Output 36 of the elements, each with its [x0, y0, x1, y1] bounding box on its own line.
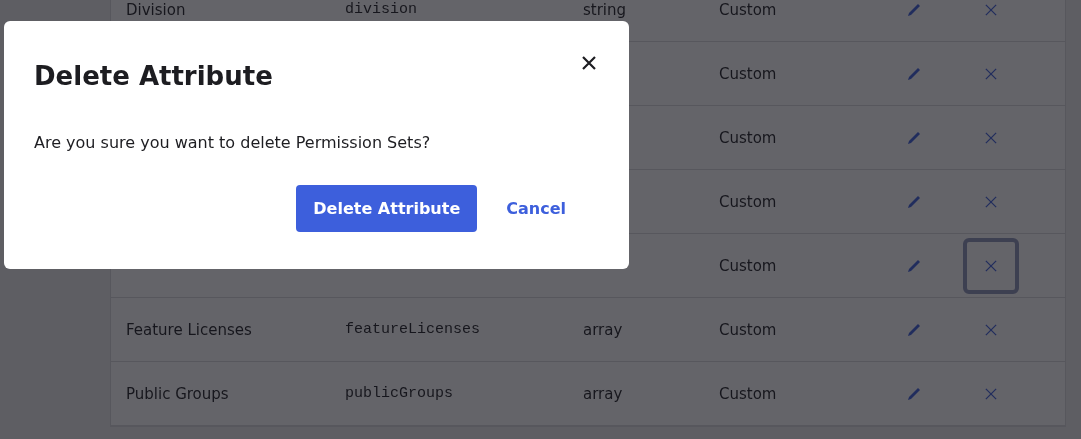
pencil-icon [906, 193, 922, 210]
table-cell-text: Custom [719, 0, 778, 19]
table-cell-text: string [583, 0, 628, 19]
table-cell-text: Division [126, 0, 187, 19]
pencil-icon [906, 1, 922, 18]
table-cell-text: division [345, 1, 418, 18]
table-cell-text: featureLicenses [345, 321, 482, 338]
close-icon [985, 195, 997, 208]
close-icon [985, 131, 997, 144]
close-icon [985, 387, 997, 400]
delete-button[interactable] [963, 237, 1019, 294]
table-cell-text: publicGroups [345, 385, 455, 402]
delete-button[interactable]: Delete Attribute [296, 185, 478, 232]
close-icon [985, 3, 997, 16]
cancel-button[interactable]: Cancel [489, 185, 583, 232]
table-cell-text: Custom [719, 256, 778, 275]
pencil-icon [906, 129, 922, 146]
pencil-icon [906, 257, 922, 274]
pencil-icon [906, 65, 922, 82]
close-icon [985, 67, 997, 80]
close-icon [582, 56, 596, 70]
table-cell-text: array [583, 384, 624, 403]
table-cell-text: array [583, 320, 624, 339]
table-cell-text: Custom [719, 192, 778, 211]
table-cell-text: Custom [719, 320, 778, 339]
table-cell-text: Public Groups [126, 384, 230, 403]
close-icon [985, 323, 997, 336]
table-cell-text: Feature Licenses [126, 320, 253, 339]
table-cell-text: Custom [719, 128, 778, 147]
dialog-title: Delete Attribute [34, 61, 273, 91]
pencil-icon [906, 385, 922, 402]
close-icon [985, 259, 997, 272]
pencil-icon [906, 321, 922, 338]
dialog-message: Are you sure you want to delete Permission Sets? [34, 133, 431, 152]
table-cell-text: Custom [719, 64, 778, 83]
table-cell-text: Custom [719, 384, 778, 403]
